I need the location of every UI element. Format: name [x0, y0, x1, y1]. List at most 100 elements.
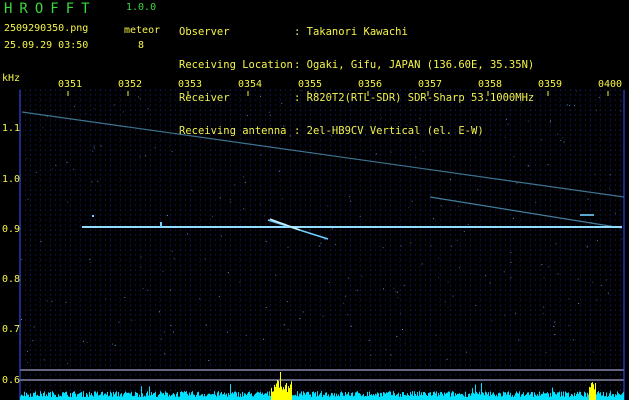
- noise-level-bar: [480, 394, 481, 400]
- noise-level-bar: [129, 393, 130, 400]
- noise-speckle: [560, 140, 562, 141]
- noise-level-bar: [393, 391, 394, 400]
- noise-level-bar: [109, 395, 110, 400]
- x-tick-label: 0355: [298, 79, 323, 90]
- noise-level-bar: [259, 392, 260, 400]
- noise-level-bar: [254, 394, 255, 400]
- noise-level-bar: [81, 391, 82, 400]
- noise-speckle: [390, 151, 392, 153]
- noise-speckle: [402, 329, 403, 330]
- noise-speckle: [528, 165, 530, 167]
- noise-speckle: [452, 295, 454, 297]
- noise-level-bar: [325, 392, 326, 400]
- noise-level-bar: [79, 393, 80, 400]
- noise-level-bar: [248, 392, 249, 400]
- noise-level-bar: [468, 394, 469, 400]
- noise-speckle: [281, 103, 283, 104]
- noise-level-bar: [395, 395, 396, 400]
- noise-speckle: [609, 174, 611, 176]
- noise-level-bar: [455, 393, 456, 400]
- noise-speckle: [450, 245, 452, 247]
- noise-level-bar: [336, 393, 337, 400]
- noise-level-bar: [522, 394, 523, 400]
- noise-level-bar: [180, 392, 181, 400]
- noise-level-bar: [438, 392, 439, 400]
- noise-level-bar: [127, 392, 128, 400]
- noise-level-bar: [372, 395, 373, 400]
- noise-level-bar: [332, 393, 333, 400]
- noise-level-bar: [255, 393, 256, 400]
- noise-level-bar: [134, 395, 135, 400]
- noise-speckle: [620, 110, 622, 112]
- noise-level-bar: [504, 392, 505, 400]
- noise-speckle: [66, 161, 68, 163]
- noise-level-bar: [305, 394, 306, 400]
- noise-level-bar: [619, 394, 620, 400]
- noise-speckle: [21, 319, 22, 320]
- noise-speckle: [282, 198, 284, 200]
- noise-speckle: [21, 259, 22, 260]
- noise-level-bar: [147, 391, 148, 400]
- noise-level-bar: [292, 395, 293, 400]
- noise-level-bar: [450, 396, 451, 400]
- noise-level-bar: [281, 386, 282, 400]
- noise-speckle: [382, 247, 384, 249]
- noise-level-bar: [141, 386, 142, 400]
- noise-level-bar: [164, 395, 165, 400]
- noise-level-bar: [512, 395, 513, 400]
- noise-level-bar: [193, 394, 194, 400]
- noise-level-bar: [496, 394, 497, 400]
- noise-level-bar: [288, 386, 289, 400]
- noise-level-bar: [250, 394, 251, 400]
- noise-level-bar: [122, 396, 123, 400]
- noise-level-bar: [465, 391, 466, 400]
- noise-level-bar: [382, 396, 383, 400]
- y-tick-label: 0.8: [2, 274, 21, 285]
- noise-speckle: [586, 246, 588, 248]
- noise-speckle: [542, 312, 544, 314]
- noise-level-bar: [42, 396, 43, 400]
- noise-level-bar: [55, 394, 56, 400]
- noise-speckle: [315, 90, 317, 92]
- noise-level-bar: [220, 393, 221, 400]
- noise-speckle: [554, 321, 556, 323]
- noise-speckle: [601, 285, 603, 286]
- noise-level-bar: [449, 391, 450, 400]
- noise-level-bar: [434, 391, 435, 400]
- noise-speckle: [594, 174, 596, 175]
- noise-speckle: [342, 302, 344, 304]
- noise-level-bar: [307, 391, 308, 400]
- noise-level-bar: [291, 381, 292, 400]
- noise-speckle: [199, 298, 201, 300]
- noise-speckle: [191, 189, 193, 191]
- noise-level-bar: [73, 391, 74, 400]
- noise-level-bar: [168, 396, 169, 400]
- noise-speckle: [229, 199, 231, 201]
- noise-level-bar: [604, 396, 605, 400]
- noise-speckle: [124, 297, 126, 298]
- noise-speckle: [27, 362, 28, 364]
- noise-speckle: [138, 96, 140, 98]
- noise-level-bar: [90, 395, 91, 400]
- noise-level-bar: [602, 395, 603, 400]
- noise-level-bar: [284, 389, 285, 400]
- noise-level-bar: [596, 394, 597, 400]
- noise-level-bar: [491, 395, 492, 400]
- noise-speckle: [218, 296, 220, 298]
- noise-level-bar: [428, 393, 429, 400]
- noise-speckle: [131, 319, 133, 321]
- noise-level-bar: [194, 394, 195, 400]
- noise-speckle: [247, 115, 248, 117]
- noise-level-bar: [612, 394, 613, 400]
- noise-level-bar: [567, 393, 568, 400]
- noise-level-bar: [249, 391, 250, 400]
- noise-level-bar: [599, 393, 600, 400]
- noise-speckle: [401, 129, 403, 131]
- noise-level-bar: [110, 391, 111, 400]
- noise-level-bar: [526, 394, 527, 400]
- noise-speckle: [328, 281, 330, 283]
- noise-level-bar: [234, 391, 235, 400]
- noise-speckle: [263, 338, 264, 340]
- noise-level-bar: [151, 392, 152, 400]
- noise-level-bar: [314, 393, 315, 400]
